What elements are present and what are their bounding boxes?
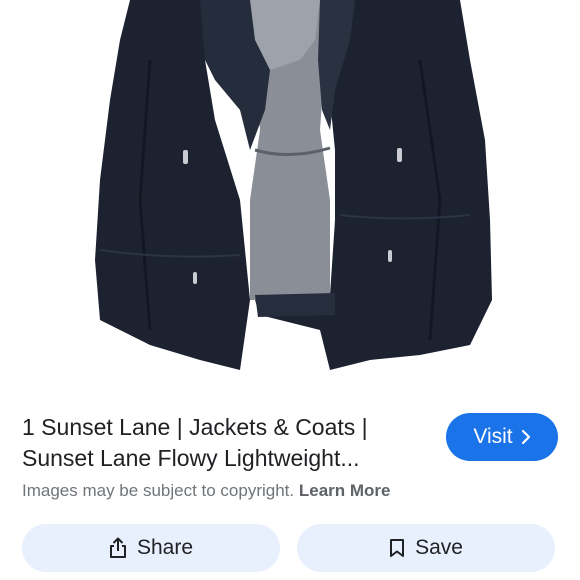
share-button[interactable]: Share bbox=[22, 524, 280, 572]
bookmark-icon bbox=[389, 538, 405, 558]
save-button[interactable]: Save bbox=[297, 524, 555, 572]
save-label: Save bbox=[415, 536, 463, 559]
learn-more-link[interactable]: Learn More bbox=[299, 481, 391, 500]
share-icon bbox=[109, 537, 127, 559]
chevron-right-icon bbox=[521, 429, 531, 445]
share-label: Share bbox=[136, 536, 194, 559]
copyright-notice: Images may be subject to copyright. Lear… bbox=[22, 481, 391, 501]
visit-label: Visit bbox=[473, 425, 513, 448]
product-image[interactable] bbox=[0, 0, 580, 390]
result-title[interactable]: 1 Sunset Lane | Jackets & Coats | Sunset… bbox=[22, 412, 422, 474]
copyright-text: Images may be subject to copyright. bbox=[22, 481, 295, 500]
jacket-photo bbox=[95, 0, 492, 370]
visit-button[interactable]: Visit bbox=[446, 413, 558, 461]
